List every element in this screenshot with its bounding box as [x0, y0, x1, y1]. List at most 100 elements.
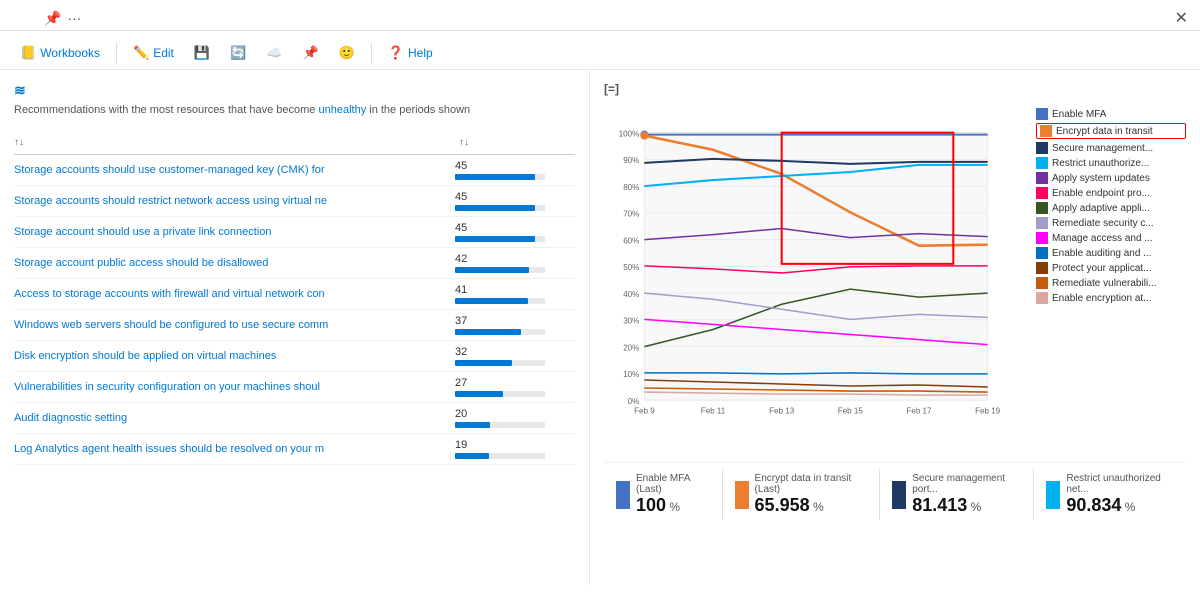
legend-item-10[interactable]: Protect your applicat...	[1036, 262, 1186, 274]
sort-icon-name[interactable]: ↑↓	[14, 137, 24, 148]
toolbar-pin[interactable]: 📌	[294, 42, 326, 64]
toolbar-workbooks-label: Workbooks	[40, 46, 100, 60]
metric-color-1	[735, 481, 749, 509]
col-header-count: ↑↓	[455, 137, 575, 148]
save-icon: 💾	[194, 45, 210, 61]
metric-color-0	[616, 481, 630, 509]
legend-item-2[interactable]: Secure management...	[1036, 142, 1186, 154]
row-name-8[interactable]: Audit diagnostic setting	[14, 412, 455, 424]
metric-label-1: Encrypt data in transit (Last)	[755, 473, 868, 495]
refresh-icon: 🔄	[230, 45, 246, 61]
legend-label-5: Enable endpoint pro...	[1052, 188, 1150, 199]
toolbar: 📒 Workbooks ✏️ Edit 💾 🔄 ☁️ 📌 🙂 ❓ Help	[0, 37, 1200, 70]
row-count-0: 45	[455, 160, 575, 180]
svg-text:80%: 80%	[623, 183, 639, 192]
toolbar-smiley[interactable]: 🙂	[331, 42, 363, 64]
table-row[interactable]: Windows web servers should be configured…	[14, 310, 575, 341]
table-row[interactable]: Access to storage accounts with firewall…	[14, 279, 575, 310]
chart-legend: Enable MFA Encrypt data in transit Secur…	[1036, 104, 1186, 454]
highlight-text: unhealthy	[318, 104, 366, 116]
bar-container-6	[455, 360, 545, 366]
close-button[interactable]: ✕	[1175, 8, 1188, 28]
legend-item-9[interactable]: Enable auditing and ...	[1036, 247, 1186, 259]
metric-info-0: Enable MFA (Last) 100 %	[636, 473, 710, 516]
sort-icon-count[interactable]: ↑↓	[459, 137, 469, 148]
footer-metric-1: Encrypt data in transit (Last) 65.958 %	[723, 469, 881, 520]
metric-color-2	[892, 481, 906, 509]
table-row[interactable]: Log Analytics agent health issues should…	[14, 434, 575, 465]
table-row[interactable]: Storage accounts should use customer-man…	[14, 155, 575, 186]
table-row[interactable]: Audit diagnostic setting 20	[14, 403, 575, 434]
section-title-icon: ≋	[14, 82, 26, 99]
legend-item-5[interactable]: Enable endpoint pro...	[1036, 187, 1186, 199]
more-icon[interactable]: ···	[67, 10, 81, 27]
row-name-9[interactable]: Log Analytics agent health issues should…	[14, 443, 455, 455]
table-row[interactable]: Disk encryption should be applied on vir…	[14, 341, 575, 372]
metric-label-3: Restrict unauthorized net...	[1066, 473, 1174, 495]
chart-main: 100% 90% 80% 70% 60% 50% 40% 30% 20% 10%…	[604, 104, 1028, 454]
legend-label-9: Enable auditing and ...	[1052, 248, 1152, 259]
title-bar: 📌 ··· ✕	[0, 0, 1200, 31]
bar-fill-9	[455, 453, 489, 459]
legend-item-0[interactable]: Enable MFA	[1036, 108, 1186, 120]
row-count-6: 32	[455, 346, 575, 366]
legend-color-12	[1036, 292, 1048, 304]
row-name-7[interactable]: Vulnerabilities in security configuratio…	[14, 381, 455, 393]
table-body: Storage accounts should use customer-man…	[14, 155, 575, 465]
bar-container-7	[455, 391, 545, 397]
legend-item-4[interactable]: Apply system updates	[1036, 172, 1186, 184]
row-name-1[interactable]: Storage accounts should restrict network…	[14, 195, 455, 207]
edit-icon: ✏️	[133, 45, 149, 61]
pin-icon[interactable]: 📌	[44, 10, 61, 27]
right-panel: [=]	[590, 70, 1200, 585]
table-row[interactable]: Storage account should use a private lin…	[14, 217, 575, 248]
title-bar-left: 📌 ···	[12, 10, 81, 27]
svg-text:60%: 60%	[623, 237, 639, 246]
row-name-5[interactable]: Windows web servers should be configured…	[14, 319, 455, 331]
row-count-3: 42	[455, 253, 575, 273]
table-row[interactable]: Storage account public access should be …	[14, 248, 575, 279]
toolbar-help[interactable]: ❓ Help	[380, 42, 441, 64]
row-count-8: 20	[455, 408, 575, 428]
toolbar-edit[interactable]: ✏️ Edit	[125, 42, 182, 64]
svg-text:100%: 100%	[619, 130, 640, 139]
row-name-4[interactable]: Access to storage accounts with firewall…	[14, 288, 455, 300]
bar-fill-6	[455, 360, 512, 366]
toolbar-save[interactable]: 💾	[186, 42, 218, 64]
legend-item-11[interactable]: Remediate vulnerabili...	[1036, 277, 1186, 289]
row-name-6[interactable]: Disk encryption should be applied on vir…	[14, 350, 455, 362]
legend-color-5	[1036, 187, 1048, 199]
legend-color-11	[1036, 277, 1048, 289]
bar-container-3	[455, 267, 545, 273]
bar-container-1	[455, 205, 545, 211]
table-row[interactable]: Vulnerabilities in security configuratio…	[14, 372, 575, 403]
pin2-icon: 📌	[302, 45, 318, 61]
table-row[interactable]: Storage accounts should restrict network…	[14, 186, 575, 217]
toolbar-refresh[interactable]: 🔄	[222, 42, 254, 64]
legend-color-9	[1036, 247, 1048, 259]
row-name-3[interactable]: Storage account public access should be …	[14, 257, 455, 269]
metric-color-3	[1046, 481, 1060, 509]
legend-item-7[interactable]: Remediate security c...	[1036, 217, 1186, 229]
row-name-2[interactable]: Storage account should use a private lin…	[14, 226, 455, 238]
legend-item-1[interactable]: Encrypt data in transit	[1036, 123, 1186, 139]
metric-val-row-0: 100 %	[636, 495, 710, 516]
legend-color-1	[1040, 125, 1052, 137]
legend-item-6[interactable]: Apply adaptive appli...	[1036, 202, 1186, 214]
toolbar-cloud[interactable]: ☁️	[258, 42, 290, 64]
svg-text:30%: 30%	[623, 316, 639, 325]
table-header: ↑↓ ↑↓	[14, 130, 575, 155]
svg-text:90%: 90%	[623, 156, 639, 165]
legend-item-12[interactable]: Enable encryption at...	[1036, 292, 1186, 304]
workbooks-icon: 📒	[20, 45, 36, 61]
legend-item-8[interactable]: Manage access and ...	[1036, 232, 1186, 244]
metric-val-row-1: 65.958 %	[755, 495, 868, 516]
row-name-0[interactable]: Storage accounts should use customer-man…	[14, 164, 455, 176]
svg-text:Feb 9: Feb 9	[634, 406, 655, 415]
legend-item-3[interactable]: Restrict unauthorize...	[1036, 157, 1186, 169]
legend-color-10	[1036, 262, 1048, 274]
metric-val-row-2: 81.413 %	[912, 495, 1021, 516]
toolbar-workbooks[interactable]: 📒 Workbooks	[12, 42, 108, 64]
legend-label-6: Apply adaptive appli...	[1052, 203, 1150, 214]
metric-pct-2: %	[971, 500, 982, 514]
